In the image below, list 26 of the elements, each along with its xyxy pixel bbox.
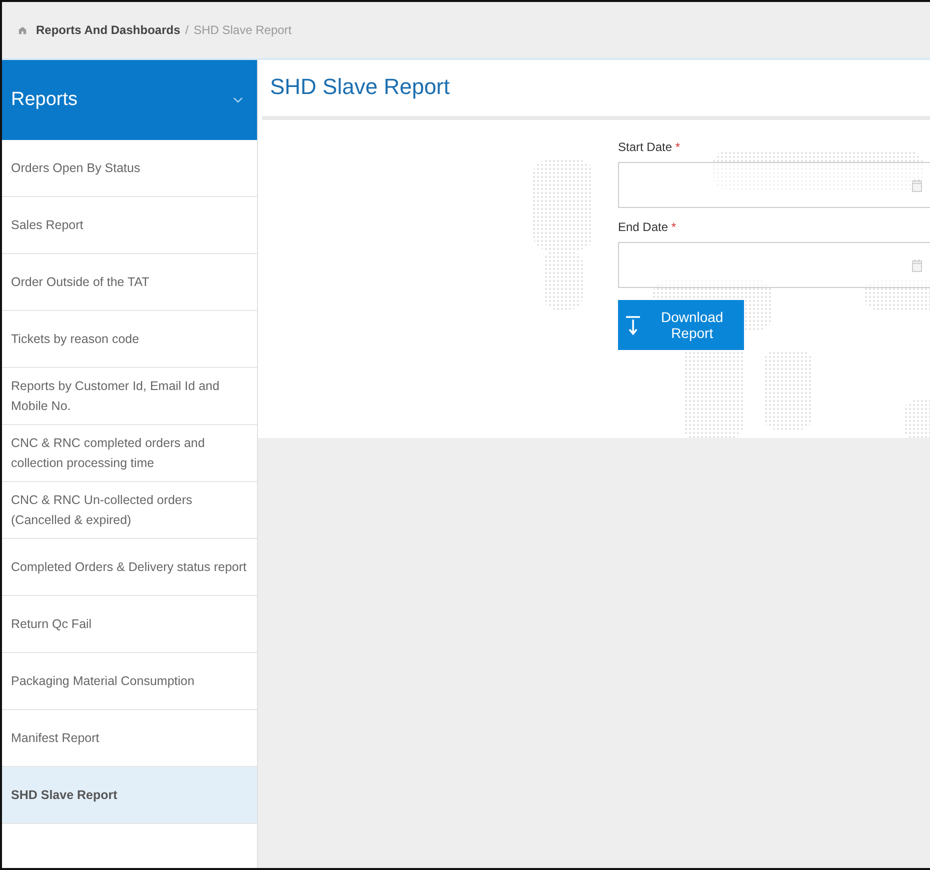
breadcrumb-separator: / xyxy=(185,23,189,37)
date-field[interactable] xyxy=(618,242,930,288)
sidebar-item[interactable]: Order Outside of the TAT xyxy=(2,254,257,311)
download-icon xyxy=(626,314,640,336)
date-field[interactable] xyxy=(618,162,930,208)
sidebar-item[interactable]: Packaging Material Consumption xyxy=(2,653,257,710)
sidebar-header[interactable]: Reports xyxy=(2,60,257,140)
sidebar-item[interactable]: CNC & RNC Un-collected orders (Cancelled & expired) xyxy=(2,482,257,539)
download-report-button[interactable]: Download Report xyxy=(618,300,744,350)
field-label: End Date * xyxy=(618,220,678,234)
field-label: Start Date * xyxy=(618,140,682,154)
sidebar-item[interactable]: Orders Open By Status xyxy=(2,140,257,197)
sidebar-item[interactable]: Completed Orders & Delivery status report xyxy=(2,539,257,596)
page-title: SHD Slave Report xyxy=(270,74,451,100)
sidebar-item[interactable]: Return Qc Fail xyxy=(2,596,257,653)
breadcrumb-link[interactable]: Reports And Dashboards xyxy=(36,23,180,37)
sidebar-title: Reports xyxy=(11,89,78,111)
sidebar-item[interactable]: Sales Report xyxy=(2,197,257,254)
sidebar-item[interactable]: SHD Slave Report xyxy=(2,767,257,824)
breadcrumb-current: SHD Slave Report xyxy=(194,23,292,37)
calendar-icon[interactable] xyxy=(912,178,922,192)
sidebar-item[interactable]: CNC & RNC completed orders and collection processing time xyxy=(2,425,257,482)
home-icon[interactable] xyxy=(18,26,27,34)
sidebar-item[interactable]: Tickets by reason code xyxy=(2,311,257,368)
sidebar-item[interactable]: Reports by Customer Id, Email Id and Mobile No. xyxy=(2,368,257,425)
calendar-icon[interactable] xyxy=(912,258,922,272)
